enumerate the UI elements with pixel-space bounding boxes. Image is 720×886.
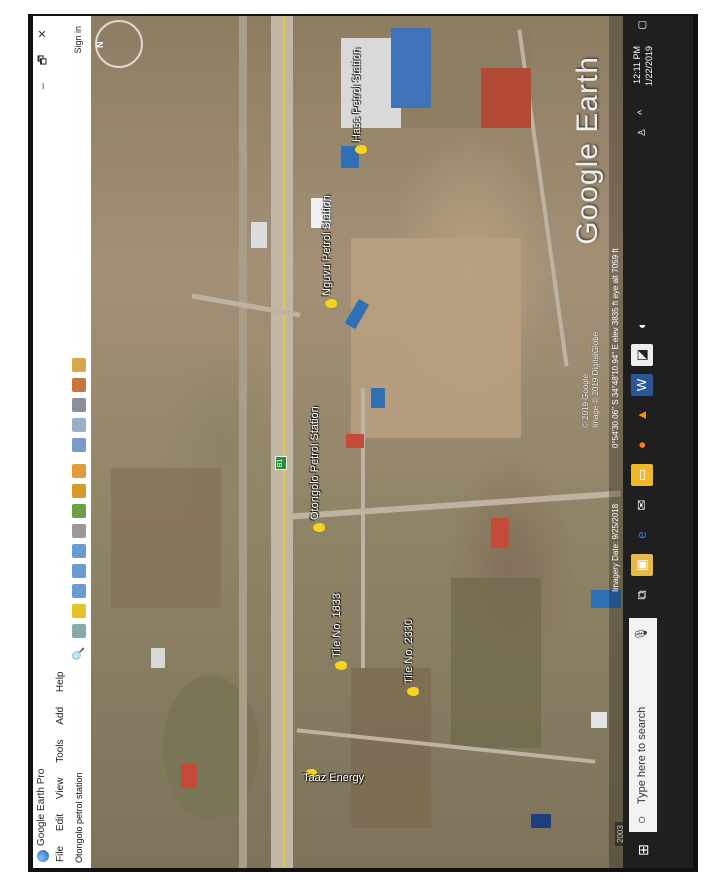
maps-icon[interactable]	[72, 358, 86, 372]
search-icon[interactable]: 🔍	[71, 646, 87, 662]
building-roof	[391, 28, 431, 108]
taskbar-search-placeholder: Type here to search	[636, 706, 648, 804]
email-icon[interactable]	[72, 418, 86, 432]
path-icon[interactable]	[72, 564, 86, 578]
placemark-icon[interactable]	[72, 604, 86, 618]
edge-icon[interactable]: e	[631, 524, 653, 546]
field-patch	[111, 468, 221, 608]
menu-edit[interactable]: Edit	[55, 814, 66, 831]
clock-time: 12:11 PM	[632, 46, 642, 84]
photos-icon[interactable]: ◪	[631, 344, 653, 366]
menu-help[interactable]: Help	[55, 672, 66, 693]
placemark-label[interactable]: Tile No. 2330	[403, 619, 415, 684]
side-road	[296, 728, 596, 764]
building-roof	[531, 814, 551, 828]
menu-bar: File Edit View Tools Add Help	[53, 16, 69, 868]
placemark-pin-icon[interactable]	[335, 661, 347, 670]
search-input[interactable]: Otongolo petrol station	[72, 663, 87, 866]
building-roof	[346, 434, 364, 448]
window-titlebar: Google Earth Pro – 🗗 ✕	[33, 16, 54, 868]
google-earth-watermark: Google Earth	[571, 56, 604, 245]
chevron-up-icon[interactable]: ^	[637, 110, 648, 115]
ruler-icon[interactable]	[72, 438, 86, 452]
placemark-pin-icon[interactable]	[325, 299, 337, 308]
mail-icon[interactable]: ✉	[631, 494, 653, 516]
placemark-pin-icon[interactable]	[355, 145, 367, 154]
road-shield: B1	[275, 456, 287, 470]
building-roof	[151, 648, 165, 668]
windows-taskbar: ⊞ ○ Type here to search 🎙 ⧉ ▣ e ✉ ▭ ● ▲ …	[623, 16, 693, 868]
navigation-compass[interactable]: N	[95, 20, 143, 68]
system-tray: ▢ ^ ♙ 12:11 PM 1/22/2019	[629, 20, 659, 220]
side-road	[291, 490, 621, 520]
north-indicator-icon: N	[95, 41, 105, 49]
placemark-pin-icon[interactable]	[313, 523, 325, 532]
taskbar-clock[interactable]: 12:11 PM 1/22/2019	[631, 46, 655, 86]
sunlight-icon[interactable]	[72, 484, 86, 498]
record-tour-icon[interactable]	[72, 524, 86, 538]
building-roof	[491, 518, 509, 548]
menu-file[interactable]: File	[55, 846, 66, 862]
building-roof	[181, 764, 197, 788]
building-roof	[251, 222, 267, 248]
coordinates-readout: 0°54'30.06" S 34°48'10.94" E elev 3835 f…	[611, 248, 620, 448]
window-title: Google Earth Pro	[36, 768, 47, 846]
field-patch	[451, 578, 541, 748]
notifications-icon[interactable]: ▢	[637, 20, 648, 29]
people-icon[interactable]: ♙	[637, 128, 648, 137]
close-button[interactable]: ✕	[34, 22, 52, 46]
hide-sidebar-icon[interactable]	[72, 624, 86, 638]
placemark-label[interactable]: Nguvu Petrol Station	[321, 195, 333, 296]
image-overlay-icon[interactable]	[72, 544, 86, 558]
print-icon[interactable]	[72, 398, 86, 412]
rotated-screenshot: Google Earth Pro – 🗗 ✕ File Edit View To…	[33, 16, 693, 868]
maximize-button[interactable]: 🗗	[34, 48, 52, 72]
field-patch	[351, 668, 431, 828]
road-center-line	[283, 16, 285, 868]
task-view-icon[interactable]: ⧉	[631, 584, 653, 606]
minimize-button[interactable]: –	[34, 74, 52, 98]
field-patch	[351, 238, 521, 438]
building-roof	[481, 68, 531, 128]
word-icon[interactable]: W	[631, 374, 653, 396]
placemark-pin-icon[interactable]	[407, 687, 419, 696]
desktop-screen: Google Earth Pro – 🗗 ✕ File Edit View To…	[33, 16, 693, 868]
file-explorer-icon[interactable]: ▭	[631, 464, 653, 486]
imagery-date: Imagery Date: 9/25/2018	[611, 503, 620, 592]
menu-tools[interactable]: Tools	[55, 739, 66, 762]
taskbar-search-box[interactable]: ○ Type here to search 🎙	[629, 618, 657, 832]
service-road	[239, 16, 247, 868]
clock-date: 1/22/2019	[644, 46, 654, 87]
save-image-icon[interactable]	[72, 378, 86, 392]
microphone-icon[interactable]: 🎙	[634, 626, 648, 641]
vlc-icon[interactable]: ▲	[631, 404, 653, 426]
menu-add[interactable]: Add	[55, 707, 66, 725]
historical-imagery-icon[interactable]	[72, 504, 86, 518]
cortana-icon: ○	[633, 815, 649, 824]
windows-start-icon[interactable]: ⊞	[623, 832, 663, 868]
placemark-label[interactable]: Hass Petrol Station	[351, 48, 363, 142]
copyright-text: © 2019 Google	[581, 374, 590, 428]
building-roof	[371, 388, 385, 408]
placemark-label[interactable]: Otongolo Petrol Station	[309, 406, 321, 520]
placemark-label[interactable]: Taaz Energy	[303, 772, 364, 784]
highway	[271, 16, 293, 868]
building-roof	[591, 712, 607, 728]
google-earth-task-icon[interactable]: ◐	[631, 314, 653, 336]
map-view[interactable]: B1 Taaz Energy Tile No. 1833 Tile No. 23…	[91, 16, 623, 868]
copyright-text: Image © 2019 DigitalGlobe	[591, 331, 600, 428]
menu-view[interactable]: View	[55, 778, 66, 800]
polygon-icon[interactable]	[72, 584, 86, 598]
store-icon[interactable]: ▣	[631, 554, 653, 576]
planets-icon[interactable]	[72, 464, 86, 478]
sign-in-link[interactable]: Sign in	[73, 26, 83, 54]
placemark-label[interactable]: Tile No. 1833	[331, 593, 343, 658]
firefox-icon[interactable]: ●	[631, 434, 653, 456]
side-road	[361, 388, 365, 668]
status-bar: Imagery Date: 9/25/2018 0°54'30.06" S 34…	[609, 16, 623, 868]
google-earth-logo-icon	[37, 850, 49, 862]
